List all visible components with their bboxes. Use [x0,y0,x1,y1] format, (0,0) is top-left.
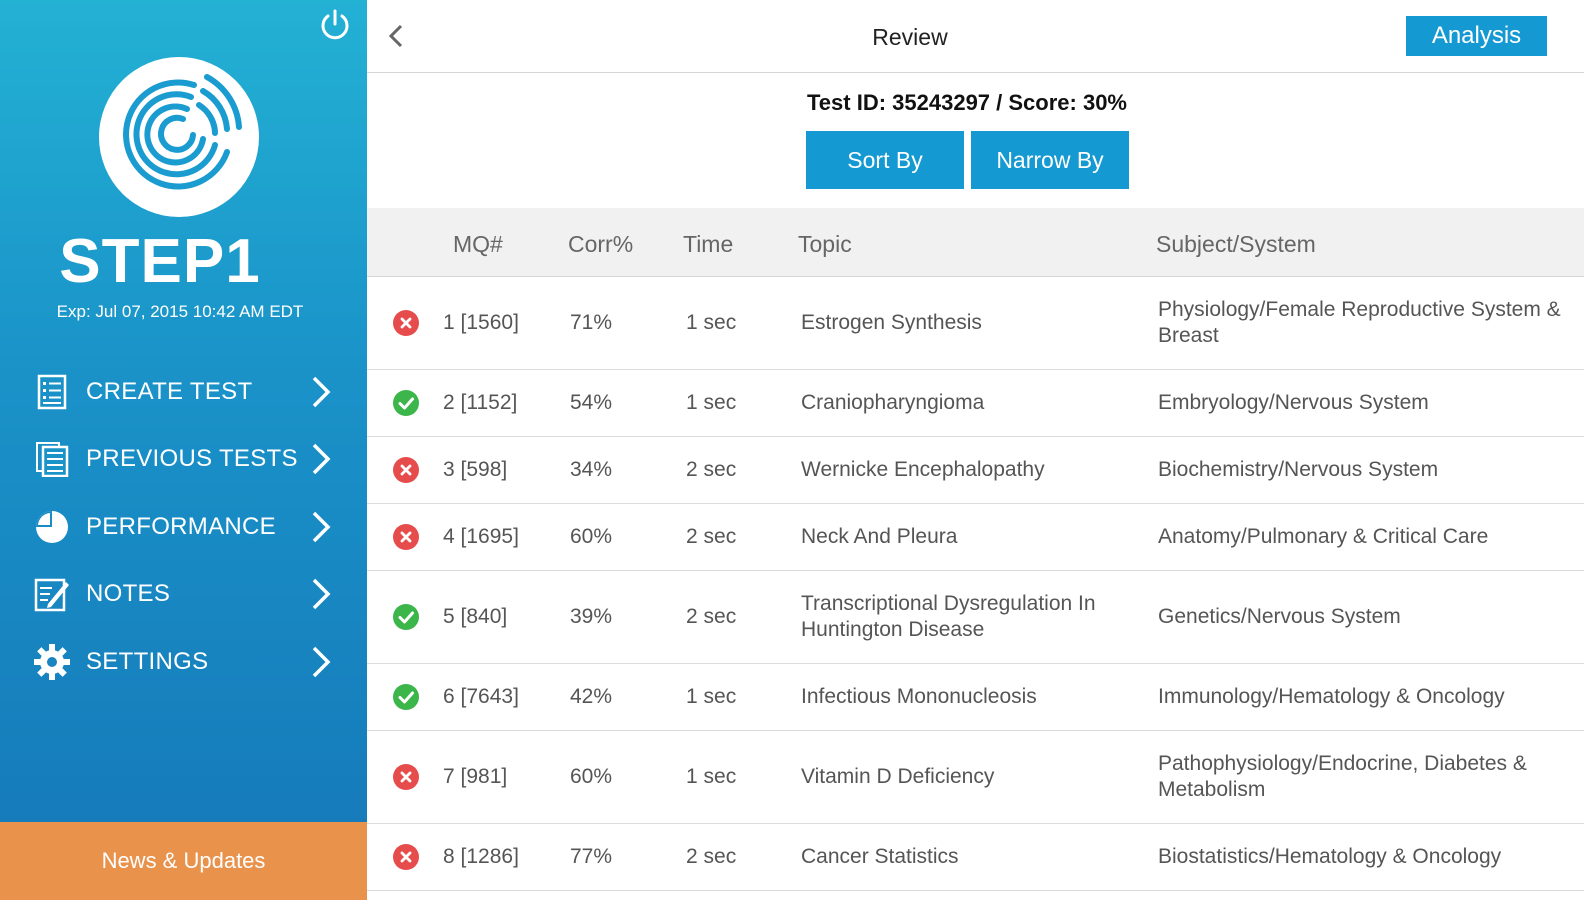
table-row[interactable]: 4 [1695] 60% 2 sec Neck And Pleura Anatomy/P… [367,504,1584,571]
corr-cell: 39% [570,605,613,628]
sidebar-item-label: CREATE TEST [86,377,253,405]
sidebar-item-label: SETTINGS [86,647,209,675]
topic-cell: Vitamin D Deficiency [801,765,995,788]
narrow-by-button[interactable]: Narrow By [971,131,1129,189]
gear-icon [34,643,70,680]
incorrect-x-icon [393,457,419,483]
mq-cell: 1 [1560] [443,311,519,334]
brand-title: STEP1 [59,227,261,296]
table-row[interactable]: 5 [840] 39% 2 sec Transcriptional Dysregula… [367,571,1584,664]
pie-chart-icon [34,509,70,545]
table-row[interactable]: 2 [1152] 54% 1 sec Craniopharyngioma Embryol… [367,370,1584,437]
column-header-mq[interactable]: MQ# [453,231,503,258]
topic-cell: Cancer Statistics [801,845,959,868]
subject-cell: Anatomy/Pulmonary & Critical Care [1158,525,1489,548]
previous-tests-icon [34,441,70,478]
sidebar-nav: CREATE TEST PREVIOUS TESTS PERFORMANCE N… [0,358,367,696]
top-bar: Review Analysis [367,0,1584,73]
mq-cell: 5 [840] [443,605,508,628]
page-title: Review [872,24,948,50]
incorrect-x-icon [393,764,419,790]
topic-cell: Craniopharyngioma [801,391,985,414]
corr-cell: 60% [570,765,613,788]
topic-cell: Transcriptional Dysregulation In Hunting… [801,592,1096,641]
corr-cell: 34% [570,458,613,481]
corr-cell: 54% [570,391,613,414]
table-row[interactable]: 3 [598] 34% 2 sec Wernicke Encephalopathy Bi… [367,437,1584,504]
sidebar-item-label: NOTES [86,580,171,608]
subject-cell: Immunology/Hematology & Oncology [1158,685,1505,708]
column-header-corr[interactable]: Corr% [568,231,633,258]
subject-cell: Embryology/Nervous System [1158,391,1429,414]
notes-icon [34,576,70,612]
topic-cell: Wernicke Encephalopathy [801,458,1045,481]
sidebar-item-label: PREVIOUS TESTS [86,445,298,473]
column-header-time[interactable]: Time [683,231,733,258]
incorrect-x-icon [393,524,419,550]
sidebar-item-settings[interactable]: SETTINGS [0,628,367,696]
analysis-button[interactable]: Analysis [1406,16,1547,56]
sidebar-item-label: PERFORMANCE [86,512,276,540]
topic-cell: Estrogen Synthesis [801,311,982,334]
incorrect-x-icon [393,310,419,336]
news-updates-button[interactable]: News & Updates [0,822,367,900]
power-icon[interactable] [318,8,352,42]
mq-cell: 6 [7643] [443,685,519,708]
topic-cell: Infectious Mononucleosis [801,685,1037,708]
subject-cell: Pathophysiology/Endocrine, Diabetes & Me… [1158,752,1527,801]
time-cell: 2 sec [686,605,737,628]
time-cell: 2 sec [686,458,737,481]
corr-cell: 71% [570,311,613,334]
column-header-topic[interactable]: Topic [798,231,852,258]
test-info: Test ID: 35243297 / Score: 30% [807,90,1127,115]
subject-cell: Biochemistry/Nervous System [1158,458,1439,481]
correct-check-icon [393,390,419,416]
column-header-subject[interactable]: Subject/System [1156,231,1316,258]
corr-cell: 60% [570,525,613,548]
time-cell: 1 sec [686,311,737,334]
sidebar-item-create-test[interactable]: CREATE TEST [0,358,367,426]
table-header: MQ# Corr% Time Topic Subject/System [367,208,1584,277]
corr-cell: 77% [570,845,613,868]
review-table-body: 1 [1560] 71% 1 sec Estrogen Synthesis Physio… [367,277,1584,891]
time-cell: 1 sec [686,391,737,414]
app-logo [99,57,259,217]
expiry-text: Exp: Jul 07, 2015 10:42 AM EDT [56,302,304,321]
main-panel: Review Analysis Test ID: 35243297 / Scor… [367,0,1584,900]
chevron-right-icon [312,511,331,542]
table-row[interactable]: 7 [981] 60% 1 sec Vitamin D Deficiency Patho… [367,731,1584,824]
time-cell: 1 sec [686,765,737,788]
create-test-icon [34,374,70,410]
sidebar-item-notes[interactable]: NOTES [0,561,367,629]
time-cell: 1 sec [686,685,737,708]
correct-check-icon [393,684,419,710]
subject-cell: Physiology/Female Reproductive System & … [1158,298,1561,347]
sidebar-item-performance[interactable]: PERFORMANCE [0,493,367,561]
mq-cell: 4 [1695] [443,525,519,548]
corr-cell: 42% [570,685,613,708]
correct-check-icon [393,604,419,630]
sidebar-item-previous-tests[interactable]: PREVIOUS TESTS [0,426,367,494]
mq-cell: 7 [981] [443,765,508,788]
time-cell: 2 sec [686,845,737,868]
sidebar: STEP1 Exp: Jul 07, 2015 10:42 AM EDT CRE… [0,0,367,900]
subject-cell: Biostatistics/Hematology & Oncology [1158,845,1502,868]
chevron-right-icon [312,444,331,475]
chevron-right-icon [312,376,331,407]
chevron-right-icon [312,579,331,610]
mq-cell: 2 [1152] [443,391,518,414]
mq-cell: 8 [1286] [443,845,519,868]
table-row[interactable]: 1 [1560] 71% 1 sec Estrogen Synthesis Physio… [367,277,1584,370]
topic-cell: Neck And Pleura [801,525,958,548]
chevron-right-icon [312,646,331,677]
mq-cell: 3 [598] [443,458,508,481]
sort-by-button[interactable]: Sort By [806,131,964,189]
table-row[interactable]: 6 [7643] 42% 1 sec Infectious Mononucleosis… [367,664,1584,731]
table-row[interactable]: 8 [1286] 77% 2 sec Cancer Statistics Biostat… [367,824,1584,891]
incorrect-x-icon [393,844,419,870]
time-cell: 2 sec [686,525,737,548]
subject-cell: Genetics/Nervous System [1158,605,1401,628]
